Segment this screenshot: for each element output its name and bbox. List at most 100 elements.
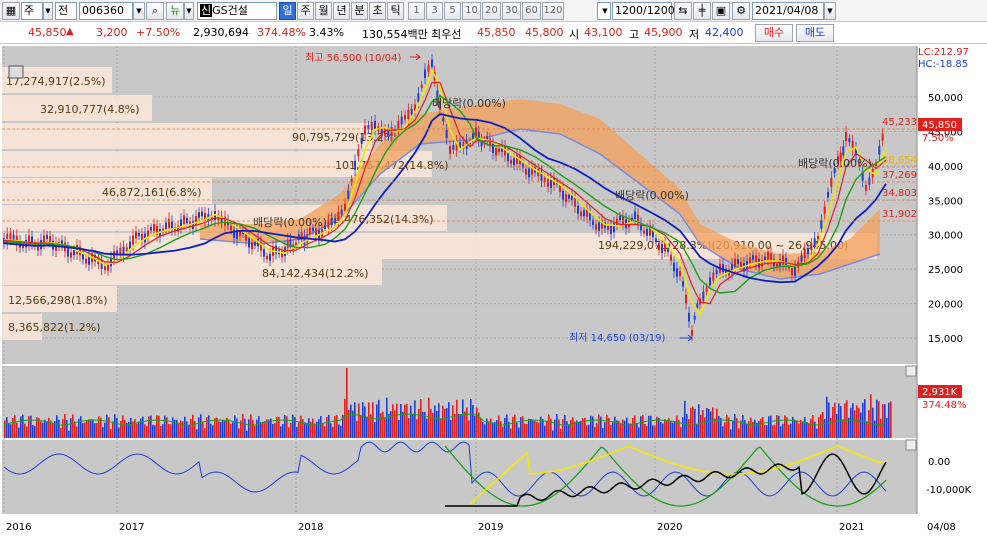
period-1[interactable]: 주 [297, 2, 314, 20]
period-5[interactable]: 초 [369, 2, 386, 20]
candle-body [752, 255, 754, 260]
code-dropdown-icon[interactable]: ▼ [133, 2, 145, 20]
sell-button[interactable]: 매도 [796, 24, 834, 42]
volume-bar [230, 423, 232, 438]
volume-bar [780, 426, 782, 438]
candle-body [132, 235, 134, 245]
volume-bar [634, 415, 636, 438]
ma-value-label: 34,803 [882, 188, 917, 199]
volume-bar [326, 417, 328, 438]
stock-prefix: 신 [200, 4, 213, 17]
ind-tick-0: 0.00 [928, 457, 950, 468]
interval-4[interactable]: 20 [482, 2, 501, 20]
volume-bar [762, 417, 764, 438]
interval-0[interactable]: 1 [408, 2, 425, 20]
stock-chart[interactable]: 17,274,917(2.5%)32,910,777(4.8%)90,795,7… [0, 44, 987, 536]
interval-1[interactable]: 3 [426, 2, 443, 20]
volume-bar [874, 420, 876, 438]
volume-bar [556, 414, 558, 438]
date-dropdown-icon[interactable]: ▼ [824, 2, 836, 20]
volume-bar [580, 420, 582, 438]
indicator-panel-close-icon[interactable] [905, 439, 917, 451]
volume-bar [516, 422, 518, 438]
volume-bar [322, 422, 324, 438]
volume-bar [438, 403, 440, 438]
shuffle-icon[interactable]: ⇆ [674, 2, 692, 20]
period-3[interactable]: 년 [333, 2, 350, 20]
chart-area[interactable]: 17,274,917(2.5%) 32,910,777(4.8%) 90,795,7… [0, 44, 987, 536]
volume-bar [710, 411, 712, 438]
y-tick: 25,000 [928, 265, 963, 276]
bars-icon[interactable]: ╪ [693, 2, 711, 20]
count-input[interactable]: 1200/1200 [612, 2, 675, 20]
volume-bar [674, 420, 676, 438]
volume-bar [644, 423, 646, 438]
volume-bar [682, 417, 684, 438]
axis-bg [917, 46, 987, 514]
volume-bar [470, 398, 472, 438]
interval-3[interactable]: 10 [462, 2, 481, 20]
volume-bar [250, 414, 252, 438]
candle-body [513, 158, 515, 165]
x-tick: 2021 [839, 522, 864, 533]
interval-6[interactable]: 60 [522, 2, 541, 20]
volume-bar [70, 418, 72, 438]
volume-bar [652, 425, 654, 438]
volume-bar [262, 421, 264, 438]
date-input[interactable]: 2021/04/08 [752, 2, 824, 20]
mode-dropdown-icon[interactable]: ▼ [43, 2, 53, 20]
code-input[interactable]: 006360 [79, 2, 133, 20]
filter-button[interactable]: 뉴 [166, 2, 184, 20]
volume-bar [534, 420, 536, 438]
volume-bar [622, 419, 624, 438]
volume-bar [776, 415, 778, 438]
interval-7[interactable]: 120 [542, 2, 564, 20]
volume-bar [796, 420, 798, 438]
period-4[interactable]: 분 [351, 2, 368, 20]
volume-bar [452, 405, 454, 438]
candle-body [70, 252, 72, 258]
vol-box-value: 2,931K [922, 387, 958, 398]
candle-body [682, 281, 684, 287]
period-2[interactable]: 월 [315, 2, 332, 20]
volume-bar [642, 414, 644, 438]
stock-name-field[interactable]: 신GS건설 [197, 2, 277, 20]
period-0[interactable]: 일 [279, 2, 296, 20]
volume-bar [602, 428, 604, 438]
volume-bar [878, 401, 880, 438]
period-6[interactable]: 틱 [387, 2, 404, 20]
gear-icon[interactable]: ⚙ [732, 2, 750, 20]
buy-button[interactable]: 매수 [755, 24, 793, 42]
chart-menu-icon[interactable] [8, 65, 24, 79]
interval-dropdown-icon[interactable]: ▼ [597, 2, 611, 20]
volume-bar [340, 425, 342, 438]
grid-icon[interactable]: ▦ [2, 2, 20, 20]
volume-bar [886, 418, 888, 438]
save-icon[interactable]: ▣ [712, 2, 730, 20]
volume-bar [778, 415, 780, 438]
volume-bar [612, 422, 614, 438]
volume-bar [566, 421, 568, 438]
volume-bar [202, 422, 204, 438]
candle-body [817, 236, 819, 240]
volume-bar [640, 416, 642, 438]
change-pct: +7.50% [136, 26, 181, 39]
search-icon[interactable]: ⌕ [146, 2, 164, 20]
volume-bar [200, 414, 202, 438]
interval-5[interactable]: 30 [502, 2, 521, 20]
volume-bar [366, 417, 368, 438]
volume-bar [214, 418, 216, 438]
candle-body [634, 211, 636, 219]
toolbar: ▦ 주 ▼ 전 006360 ▼ ⌕ 뉴 ▼ 신GS건설 ▼ 1200/1200… [0, 0, 987, 22]
volume-bar [164, 415, 166, 438]
candle-body [104, 266, 106, 271]
candle-body [528, 168, 530, 178]
volume-bar [436, 410, 438, 438]
volume-bar [666, 420, 668, 438]
prev-select[interactable]: 전 [55, 2, 77, 20]
volume-panel-close-icon[interactable] [905, 365, 917, 377]
candle-body [562, 191, 564, 201]
mode-select[interactable]: 주 [21, 2, 43, 20]
filter-dropdown-icon[interactable]: ▼ [184, 2, 194, 20]
interval-2[interactable]: 5 [444, 2, 461, 20]
